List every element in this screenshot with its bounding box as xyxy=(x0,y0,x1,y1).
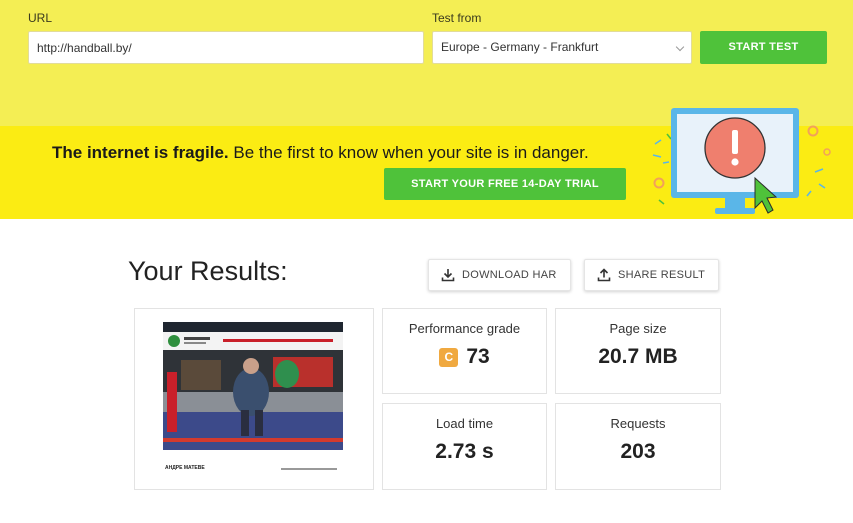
start-test-button[interactable]: START TEST xyxy=(700,31,827,64)
start-trial-button[interactable]: START YOUR FREE 14-DAY TRIAL xyxy=(384,168,626,200)
performance-grade-label: Performance grade xyxy=(408,321,521,336)
page-size-label: Page size xyxy=(609,321,667,336)
requests-card: Requests 203 xyxy=(555,403,721,490)
performance-grade-value: 73 xyxy=(466,345,490,368)
download-har-label: DOWNLOAD HAR xyxy=(462,269,557,281)
url-input[interactable] xyxy=(28,31,424,64)
banner-headline-rest: Be the first to know when your site is i… xyxy=(233,143,589,162)
test-location-select[interactable]: Europe - Germany - Frankfurt xyxy=(432,31,692,64)
grade-badge: C xyxy=(439,348,459,367)
requests-value: 203 xyxy=(620,440,656,463)
page-screenshot-card: АНДРЕ МАТЕВЕ xyxy=(134,308,374,490)
download-har-button[interactable]: DOWNLOAD HAR xyxy=(428,259,571,291)
performance-grade-card: Performance grade C 73 xyxy=(382,308,547,394)
requests-label: Requests xyxy=(610,416,666,431)
page-size-value: 20.7 MB xyxy=(598,345,678,368)
load-time-value: 2.73 s xyxy=(435,440,494,463)
load-time-card: Load time 2.73 s xyxy=(382,403,547,490)
monitor-alert-icon xyxy=(652,108,831,214)
banner-headline-bold: The internet is fragile. xyxy=(52,143,229,162)
url-label: URL xyxy=(28,11,53,25)
share-icon xyxy=(597,268,611,282)
page-screenshot-thumbnail xyxy=(163,322,343,475)
banner-headline: The internet is fragile. Be the first to… xyxy=(52,143,589,163)
screenshot-caption: АНДРЕ МАТЕВЕ xyxy=(165,465,205,471)
test-location-value: Europe - Germany - Frankfurt xyxy=(441,40,599,54)
results-title: Your Results: xyxy=(128,256,288,286)
share-result-button[interactable]: SHARE RESULT xyxy=(584,259,719,291)
page-size-card: Page size 20.7 MB xyxy=(555,308,721,394)
load-time-label: Load time xyxy=(435,416,494,431)
test-from-label: Test from xyxy=(432,11,482,25)
performance-grade: C 73 xyxy=(383,345,546,369)
chevron-down-icon xyxy=(675,42,685,52)
share-result-label: SHARE RESULT xyxy=(618,269,706,281)
download-icon xyxy=(441,269,455,282)
